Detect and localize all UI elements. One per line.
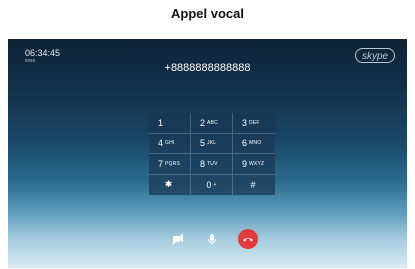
key-digit: 6: [242, 138, 248, 149]
key-digit: 5: [200, 138, 206, 149]
key-3[interactable]: 3 DEF: [233, 113, 275, 134]
key-star[interactable]: ✱: [149, 174, 191, 195]
key-digit: 0: [206, 179, 212, 190]
key-hash[interactable]: #: [233, 175, 275, 196]
key-letters: PQRS: [165, 160, 180, 167]
key-6[interactable]: 6 MNO: [233, 134, 275, 154]
video-off-icon: [172, 233, 184, 245]
dialpad: 1 2 ABC 3 DEF 4 GHI 5 JKL 6 MNO 7 PQRS 8 TUV 9W…: [149, 113, 275, 195]
microphone-icon: [208, 234, 216, 245]
key-digit: ✱: [164, 179, 173, 190]
dialed-number: +8888888888888: [164, 62, 251, 74]
call-controls: [8, 229, 407, 249]
call-screen: 06:34:45 xxxx +8888888888888 skype 1 2 AB…: [8, 39, 407, 268]
call-time: 06:34:45: [25, 48, 61, 58]
key-digit: 8: [200, 158, 206, 169]
key-4[interactable]: 4 GHI: [149, 133, 191, 154]
key-letters: MNO: [249, 140, 262, 147]
key-letters: DEF: [249, 119, 260, 126]
key-letters: TUV: [207, 160, 218, 167]
key-0[interactable]: 0 +: [191, 174, 233, 195]
mute-button[interactable]: [202, 229, 222, 249]
key-5[interactable]: 5 JKL: [191, 133, 233, 154]
key-8[interactable]: 8 TUV: [191, 154, 233, 175]
key-letters: WXYZ: [249, 160, 265, 167]
key-digit: 2: [200, 117, 206, 128]
key-letters: ABC: [207, 119, 218, 126]
key-1[interactable]: 1: [149, 113, 191, 134]
hangup-icon: [243, 238, 253, 242]
key-letters: JKL: [207, 140, 217, 147]
logo-text: skype: [362, 51, 389, 62]
key-digit: 3: [242, 117, 248, 128]
skype-logo: skype: [355, 48, 395, 63]
key-digit: #: [250, 179, 256, 190]
key-letters: +: [213, 181, 217, 188]
key-digit: 7: [158, 158, 164, 169]
page-title: Appel vocal: [171, 6, 244, 21]
hangup-button[interactable]: [238, 229, 258, 249]
key-9[interactable]: 9 WXYZ: [233, 154, 275, 175]
key-digit: 9: [242, 158, 248, 169]
key-2[interactable]: 2 ABC: [191, 113, 233, 134]
key-7[interactable]: 7 PQRS: [149, 154, 191, 175]
key-digit: 1: [158, 117, 164, 128]
key-letters: GHI: [165, 140, 175, 147]
video-off-button[interactable]: [168, 229, 188, 249]
key-digit: 4: [158, 138, 164, 149]
